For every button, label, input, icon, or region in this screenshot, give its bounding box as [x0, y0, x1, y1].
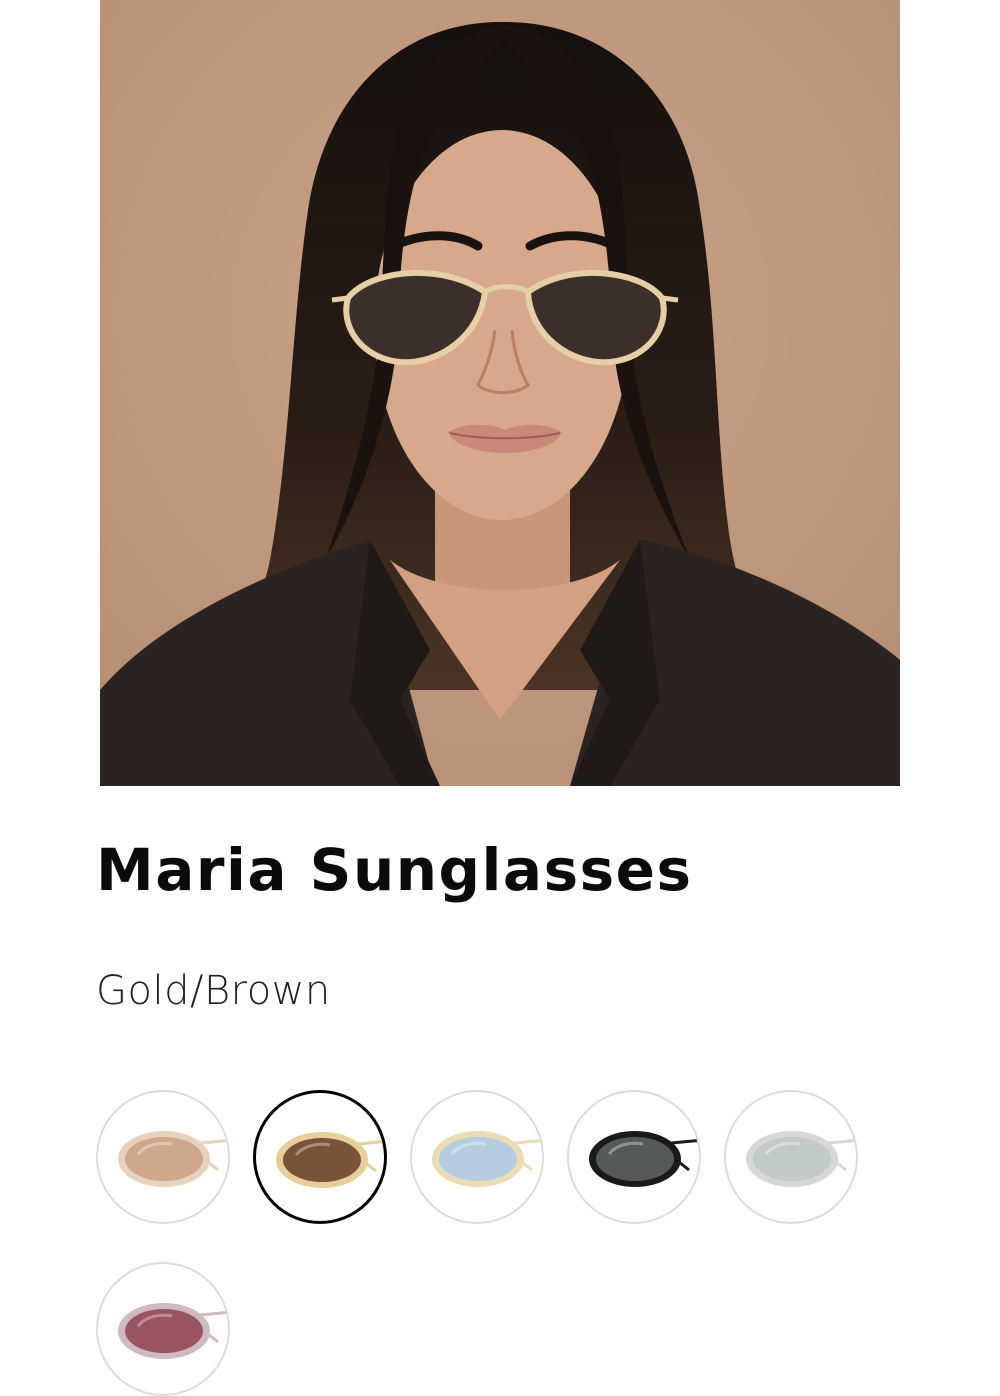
sunglasses-thumbnail-icon	[276, 1132, 384, 1188]
color-swatch-silver-pink[interactable]	[96, 1262, 230, 1396]
color-swatch-gold-gradient-brown[interactable]	[96, 1090, 230, 1224]
sunglasses-thumbnail-icon	[746, 1131, 856, 1187]
color-swatch-gold-blue[interactable]	[410, 1090, 544, 1224]
sunglasses-thumbnail-icon	[589, 1131, 699, 1187]
product-title: Maria Sunglasses	[96, 836, 693, 904]
color-swatch-black-grey[interactable]	[567, 1090, 701, 1224]
product-image[interactable]	[100, 0, 900, 786]
sunglasses-thumbnail-icon	[118, 1131, 228, 1187]
color-swatch-silver-grey[interactable]	[724, 1090, 858, 1224]
color-swatch-gold-brown[interactable]	[253, 1090, 387, 1224]
sunglasses-thumbnail-icon	[118, 1303, 228, 1359]
model-portrait	[100, 0, 900, 786]
sunglasses-thumbnail-icon	[432, 1131, 542, 1187]
selected-color-name: Gold/Brown	[96, 968, 331, 1014]
color-swatch-list	[96, 1090, 876, 1396]
